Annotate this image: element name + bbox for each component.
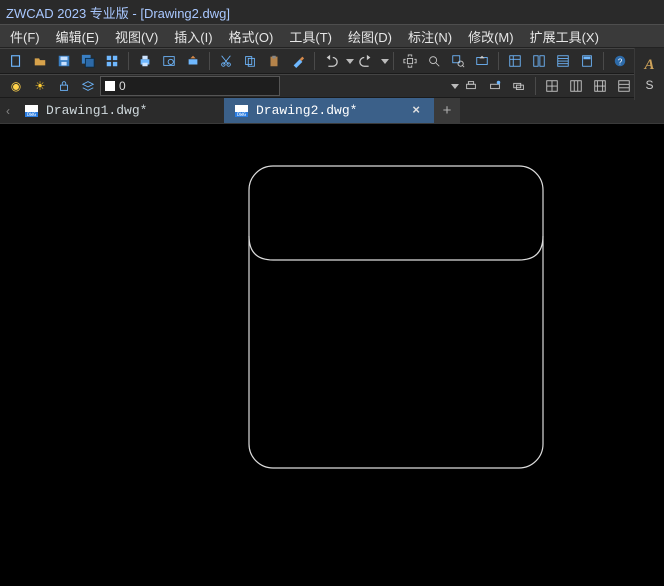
cut-icon[interactable] — [215, 50, 237, 72]
menu-bar: 件(F) 编辑(E) 视图(V) 插入(I) 格式(O) 工具(T) 绘图(D)… — [0, 24, 664, 48]
open-icon[interactable] — [29, 50, 51, 72]
app-title: ZWCAD 2023 专业版 - [Drawing2.dwg] — [6, 3, 230, 22]
plot-batch-icon[interactable] — [508, 75, 530, 97]
right-panel-strip: A S — [634, 48, 664, 100]
zoom-realtime-icon[interactable] — [423, 50, 445, 72]
designcenter-icon[interactable] — [528, 50, 550, 72]
layer-name: 0 — [119, 79, 126, 93]
print-icon[interactable] — [134, 50, 156, 72]
menu-edit[interactable]: 编辑(E) — [48, 25, 107, 48]
grid1-icon[interactable] — [541, 75, 563, 97]
document-tabstrip: ‹ DWG Drawing1.dwg* DWG Drawing2.dwg* × … — [0, 98, 664, 124]
separator — [314, 52, 315, 70]
menu-file[interactable]: 件(F) — [2, 25, 48, 48]
close-tab-icon[interactable]: × — [408, 103, 424, 118]
layer-icon[interactable] — [77, 75, 99, 97]
grid4-icon[interactable] — [613, 75, 635, 97]
menu-insert[interactable]: 插入(I) — [166, 25, 220, 48]
tab-scroll-left-icon[interactable]: ‹ — [6, 98, 14, 123]
matchprop-icon[interactable] — [287, 50, 309, 72]
text-style-icon[interactable]: A — [644, 57, 654, 74]
svg-text:DWG: DWG — [237, 112, 246, 118]
separator — [498, 52, 499, 70]
redo-icon[interactable] — [355, 50, 377, 72]
menu-view[interactable]: 视图(V) — [107, 25, 166, 48]
tab-label: Drawing1.dwg* — [46, 103, 147, 118]
svg-text:DWG: DWG — [27, 112, 36, 118]
tab-label: Drawing2.dwg* — [256, 103, 357, 118]
menu-dimension[interactable]: 标注(N) — [400, 25, 460, 48]
toolbar-main: ? — [0, 48, 664, 74]
zoom-previous-icon[interactable] — [471, 50, 493, 72]
title-bar: ZWCAD 2023 专业版 - [Drawing2.dwg] — [0, 0, 664, 24]
separator — [393, 52, 394, 70]
plot-icon[interactable] — [460, 75, 482, 97]
undo-icon[interactable] — [320, 50, 342, 72]
properties-icon[interactable] — [504, 50, 526, 72]
menu-format[interactable]: 格式(O) — [221, 25, 282, 48]
help-icon[interactable]: ? — [609, 50, 631, 72]
menu-extension-tools[interactable]: 扩展工具(X) — [522, 25, 607, 48]
paste-icon[interactable] — [263, 50, 285, 72]
grid2-icon[interactable] — [565, 75, 587, 97]
zoom-window-icon[interactable] — [447, 50, 469, 72]
grid3-icon[interactable] — [589, 75, 611, 97]
menu-modify[interactable]: 修改(M) — [460, 25, 522, 48]
publish-icon[interactable] — [182, 50, 204, 72]
layer-combo[interactable]: 0 — [100, 76, 280, 96]
saveall-icon[interactable] — [77, 50, 99, 72]
lightbulb-icon[interactable]: ◉ — [5, 75, 27, 97]
menu-tools[interactable]: 工具(T) — [281, 25, 340, 48]
lock-icon[interactable] — [53, 75, 75, 97]
document-tab-2[interactable]: DWG Drawing2.dwg* × — [224, 98, 434, 123]
dwg-icon: DWG — [24, 103, 40, 119]
save-icon[interactable] — [53, 50, 75, 72]
separator — [535, 77, 536, 95]
new-icon[interactable] — [5, 50, 27, 72]
drawing-canvas[interactable] — [0, 124, 664, 586]
preview-icon[interactable] — [158, 50, 180, 72]
calc-icon[interactable] — [576, 50, 598, 72]
tiles-icon[interactable] — [101, 50, 123, 72]
copy-icon[interactable] — [239, 50, 261, 72]
document-tab-1[interactable]: DWG Drawing1.dwg* — [14, 98, 224, 123]
sun-icon[interactable]: ☀ — [29, 75, 51, 97]
undo-dropdown-icon[interactable] — [346, 59, 354, 64]
dwg-icon: DWG — [234, 103, 250, 119]
menu-draw[interactable]: 绘图(D) — [340, 25, 400, 48]
right-label[interactable]: S — [645, 78, 653, 92]
add-tab-button[interactable]: + — [434, 98, 460, 123]
toolbar-layer: ◉ ☀ 0 — [0, 74, 664, 98]
plot-style-icon[interactable] — [484, 75, 506, 97]
redo-dropdown-icon[interactable] — [381, 59, 389, 64]
svg-text:?: ? — [618, 58, 623, 67]
dropdown-icon[interactable] — [451, 84, 459, 89]
layer-color-chip — [105, 81, 115, 91]
separator — [209, 52, 210, 70]
toolpalette-icon[interactable] — [552, 50, 574, 72]
separator — [128, 52, 129, 70]
separator — [603, 52, 604, 70]
pan-icon[interactable] — [399, 50, 421, 72]
